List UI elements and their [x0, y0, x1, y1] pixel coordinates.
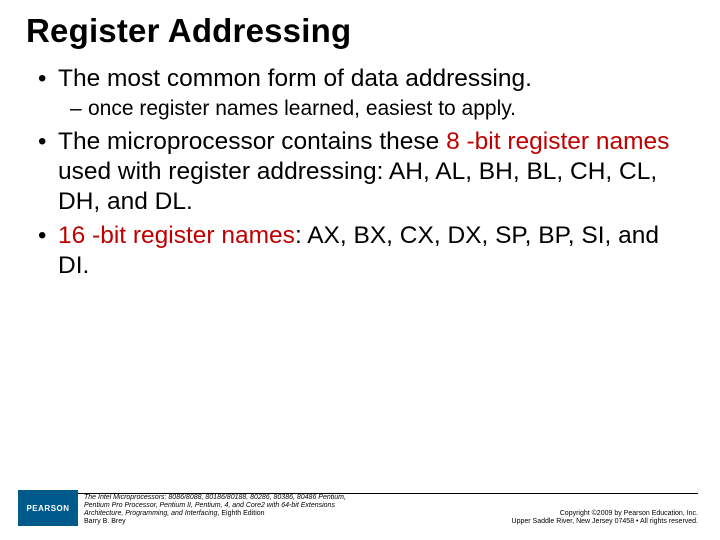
sub-bullet-item: once register names learned, easiest to … [76, 96, 694, 122]
bullet-list: The most common form of data addressing.… [26, 64, 694, 281]
book-edition: , Eighth Edition [217, 510, 264, 517]
bullet-text: The most common form of data addressing. [58, 65, 532, 92]
slide: Register Addressing The most common form… [0, 0, 720, 540]
book-author: Barry B. Brey [84, 518, 512, 526]
highlight-text: 16 -bit register names [58, 222, 295, 249]
book-info: The Intel Microprocessors: 8086/8088, 80… [84, 494, 512, 526]
book-line: The Intel Microprocessors: 8086/8088, 80… [84, 494, 512, 502]
highlight-text: 8 -bit register names [446, 128, 669, 155]
book-line: Architecture, Programming, and Interfaci… [84, 510, 512, 518]
copyright: Copyright ©2009 by Pearson Education, In… [512, 510, 698, 526]
pearson-logo: PEARSON [18, 490, 78, 526]
bullet-item: The microprocessor contains these 8 -bit… [44, 127, 694, 217]
logo-text: PEARSON [26, 504, 69, 513]
slide-title: Register Addressing [26, 12, 694, 50]
copyright-line: Copyright ©2009 by Pearson Education, In… [512, 510, 698, 518]
sub-bullet-text: once register names learned, easiest to … [88, 97, 516, 120]
bullet-item: The most common form of data addressing.… [44, 64, 694, 121]
book-line-italic: Pentium Pro Processor, Pentium II, Penti… [84, 502, 335, 509]
sub-bullet-list: once register names learned, easiest to … [58, 96, 694, 122]
footer: PEARSON The Intel Microprocessors: 8086/… [0, 490, 720, 526]
bullet-text-part: used with register addressing: AH, AL, B… [58, 158, 657, 215]
book-line-italic: Architecture, Programming, and Interfaci… [84, 510, 217, 517]
copyright-line: Upper Saddle River, New Jersey 07458 • A… [512, 518, 698, 526]
book-line: Pentium Pro Processor, Pentium II, Penti… [84, 502, 512, 510]
bullet-text-part: The microprocessor contains these [58, 128, 446, 155]
bullet-item: 16 -bit register names: AX, BX, CX, DX, … [44, 221, 694, 281]
slide-content: The most common form of data addressing.… [26, 64, 694, 281]
